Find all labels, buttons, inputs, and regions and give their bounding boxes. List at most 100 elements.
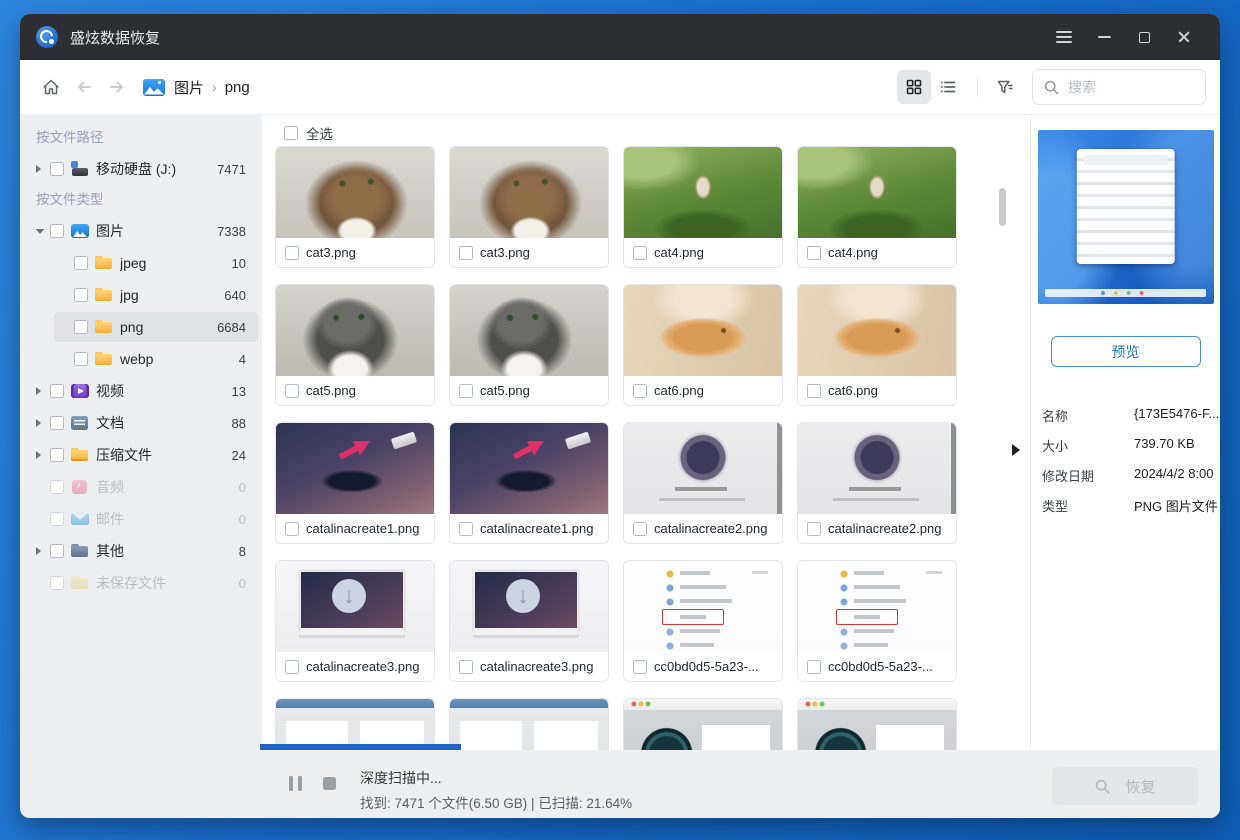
file-card[interactable]: catalinacreate2.png — [797, 422, 957, 544]
sidebar-item[interactable]: jpeg 10 — [20, 247, 262, 279]
detail-value: 739.70 KB — [1134, 436, 1195, 451]
panel-collapse-arrow[interactable] — [1012, 444, 1020, 456]
file-checkbox[interactable] — [807, 384, 821, 398]
file-card[interactable]: cat6.png — [623, 284, 783, 406]
file-card[interactable]: cat5.png — [449, 284, 609, 406]
sidebar-item[interactable]: 其他 8 — [20, 535, 262, 567]
pause-button[interactable] — [289, 776, 302, 791]
file-checkbox[interactable] — [459, 384, 473, 398]
minimize-button[interactable] — [1084, 14, 1124, 60]
tree-arrow-icon[interactable] — [36, 547, 50, 555]
sidebar-item[interactable]: 移动硬盘 (J:) 7471 — [20, 153, 262, 185]
file-checkbox[interactable] — [807, 660, 821, 674]
sidebar-item[interactable]: 未保存文件 0 — [20, 567, 262, 599]
folder-icon — [95, 255, 114, 271]
file-card[interactable] — [275, 698, 435, 750]
stop-button[interactable] — [323, 777, 336, 790]
vertical-scrollbar[interactable] — [999, 188, 1006, 226]
sidebar-checkbox[interactable] — [50, 416, 64, 430]
sidebar-item[interactable]: 音频 0 — [20, 471, 262, 503]
forward-button[interactable] — [107, 77, 127, 97]
file-grid-area: 全选 cat3.png cat3.png cat4.png cat4.png — [262, 115, 1030, 750]
sidebar-item[interactable]: 压缩文件 24 — [20, 439, 262, 471]
close-button[interactable] — [1164, 14, 1204, 60]
preview-button[interactable]: 预览 — [1051, 336, 1201, 367]
sidebar-checkbox[interactable] — [50, 162, 64, 176]
breadcrumb-png[interactable]: png — [225, 79, 250, 96]
sidebar-checkbox[interactable] — [74, 288, 88, 302]
file-checkbox[interactable] — [285, 384, 299, 398]
tree-arrow-icon[interactable] — [36, 451, 50, 459]
sidebar-checkbox[interactable] — [50, 448, 64, 462]
file-thumbnail — [798, 561, 956, 652]
search-input[interactable] — [1068, 79, 1178, 95]
sidebar-item[interactable]: 邮件 0 — [20, 503, 262, 535]
file-checkbox[interactable] — [459, 660, 473, 674]
sidebar-checkbox[interactable] — [74, 352, 88, 366]
detail-value: PNG 图片文件 — [1134, 496, 1218, 515]
sidebar-item-label: 未保存文件 — [96, 573, 239, 593]
sidebar-item[interactable]: png 6684 — [20, 311, 262, 343]
file-card[interactable] — [449, 698, 609, 750]
file-card[interactable]: cc0bd0d5-5a23-... — [797, 560, 957, 682]
sidebar-item[interactable]: 文档 88 — [20, 407, 262, 439]
tree-arrow-icon[interactable] — [36, 419, 50, 427]
sidebar-checkbox[interactable] — [50, 544, 64, 558]
tree-arrow-icon[interactable] — [36, 387, 50, 395]
window-menu-button[interactable] — [1044, 14, 1084, 60]
sidebar-item[interactable]: 图片 7338 — [20, 215, 262, 247]
select-all-checkbox[interactable] — [284, 126, 298, 140]
file-card[interactable]: cc0bd0d5-5a23-... — [623, 560, 783, 682]
filter-button[interactable] — [990, 72, 1020, 102]
file-card[interactable]: cat3.png — [449, 146, 609, 268]
file-card[interactable]: cat4.png — [623, 146, 783, 268]
file-checkbox[interactable] — [459, 522, 473, 536]
tree-arrow-icon[interactable] — [36, 229, 50, 234]
file-card[interactable]: cat6.png — [797, 284, 957, 406]
sidebar-checkbox[interactable] — [50, 512, 64, 526]
back-button[interactable] — [74, 77, 94, 97]
sidebar-checkbox[interactable] — [50, 224, 64, 238]
breadcrumb-pictures[interactable]: 图片 — [174, 77, 204, 98]
maximize-button[interactable] — [1124, 14, 1164, 60]
list-view-button[interactable] — [931, 70, 965, 104]
file-card[interactable] — [797, 698, 957, 750]
tree-arrow-icon[interactable] — [36, 165, 50, 173]
sidebar-checkbox[interactable] — [50, 576, 64, 590]
sidebar-checkbox[interactable] — [74, 256, 88, 270]
file-card[interactable]: catalinacreate3.png — [275, 560, 435, 682]
file-checkbox[interactable] — [633, 660, 647, 674]
file-card[interactable]: cat3.png — [275, 146, 435, 268]
file-card[interactable]: catalinacreate3.png — [449, 560, 609, 682]
file-card[interactable]: catalinacreate1.png — [275, 422, 435, 544]
file-checkbox[interactable] — [285, 522, 299, 536]
sidebar-sections: 按文件路径 移动硬盘 (J:) 7471 按文件类型 图片 7338 jpeg … — [20, 123, 262, 599]
file-card[interactable]: catalinacreate2.png — [623, 422, 783, 544]
file-thumbnail — [450, 147, 608, 238]
file-checkbox[interactable] — [633, 384, 647, 398]
file-card[interactable] — [623, 698, 783, 750]
home-button[interactable] — [41, 77, 61, 97]
file-checkbox[interactable] — [459, 246, 473, 260]
file-checkbox[interactable] — [285, 246, 299, 260]
sidebar-checkbox[interactable] — [74, 320, 88, 334]
file-checkbox[interactable] — [633, 522, 647, 536]
file-card[interactable]: cat5.png — [275, 284, 435, 406]
sidebar-item[interactable]: 视频 13 — [20, 375, 262, 407]
sidebar-checkbox[interactable] — [50, 384, 64, 398]
recover-button[interactable]: 恢复 — [1052, 767, 1198, 805]
grid-view-button[interactable] — [897, 70, 931, 104]
file-thumbnail — [276, 699, 434, 750]
sidebar-item[interactable]: jpg 640 — [20, 279, 262, 311]
file-card[interactable]: cat4.png — [797, 146, 957, 268]
file-checkbox[interactable] — [807, 246, 821, 260]
file-checkbox[interactable] — [633, 246, 647, 260]
file-checkbox[interactable] — [807, 522, 821, 536]
file-name: cat6.png — [654, 383, 704, 398]
folder-icon — [95, 351, 114, 367]
file-card[interactable]: catalinacreate1.png — [449, 422, 609, 544]
file-checkbox[interactable] — [285, 660, 299, 674]
sidebar-item[interactable]: webp 4 — [20, 343, 262, 375]
sidebar-checkbox[interactable] — [50, 480, 64, 494]
file-card-label-row: catalinacreate3.png — [276, 652, 434, 681]
